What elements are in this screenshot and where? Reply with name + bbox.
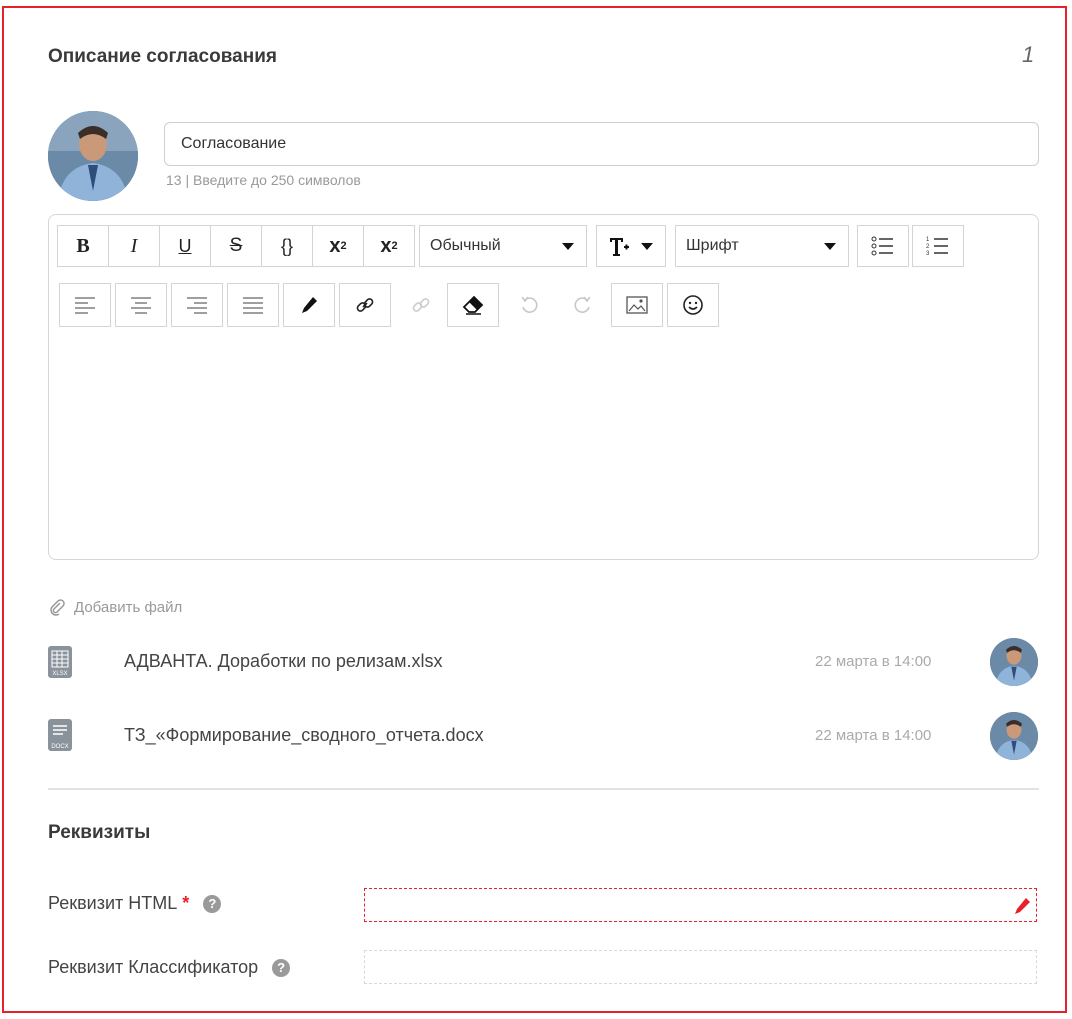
file-link[interactable]: АДВАНТА. Доработки по релизам.xlsx [124,651,443,672]
align-right-icon [187,297,207,314]
image-icon [626,296,648,314]
numbered-list-button[interactable]: 123 [912,225,964,267]
add-file-label: Добавить файл [74,598,183,616]
bold-button[interactable]: B [57,225,109,267]
align-justify-button[interactable] [227,283,279,327]
field-label-text: Реквизит HTML [48,893,178,913]
align-left-button[interactable] [59,283,111,327]
format-dropdown-value: Обычный [430,237,501,254]
svg-text:3: 3 [926,251,930,257]
field-label-text: Реквизит Классификатор [48,957,259,977]
insert-image-button[interactable] [611,283,663,327]
text-color-button[interactable] [283,283,335,327]
link-icon [356,298,374,312]
xlsx-file-icon: XLSX [48,646,72,678]
chevron-down-icon [641,242,653,250]
bold-label: B [76,234,90,257]
avatar [48,111,138,201]
step-number: 1 [1022,42,1035,67]
smile-icon [683,295,703,315]
field-label: Реквизит HTML * ? [48,893,222,914]
field-label: Реквизит Классификатор ? [48,957,291,978]
docx-file-icon: DOCX [48,719,72,751]
strike-label: S [229,235,243,256]
sub-label: x [380,234,392,257]
text-size-icon [610,238,629,256]
section-title: Реквизиты [48,822,151,843]
numbered-list-icon: 123 [926,237,948,257]
text-size-dropdown[interactable] [596,225,666,267]
font-dropdown[interactable]: Шрифт [675,225,849,267]
font-dropdown-value: Шрифт [686,237,739,254]
underline-button[interactable]: U [159,225,211,267]
italic-button[interactable]: I [108,225,160,267]
format-dropdown[interactable]: Обычный [419,225,587,267]
avatar [990,712,1038,760]
sup-mark: 2 [340,240,347,252]
chevron-down-icon [562,242,574,250]
approval-name-input[interactable] [164,122,1039,166]
eraser-icon [462,295,484,315]
pen-icon [302,297,317,313]
char-counter: 13 | Введите до 250 символов [166,172,361,188]
pencil-icon [1015,898,1030,914]
redo-button[interactable] [557,283,609,327]
add-file-link[interactable]: Добавить файл [48,598,182,616]
file-date: 22 марта в 14:00 [815,653,932,670]
underline-label: U [178,235,192,256]
rich-text-editor[interactable]: B I U S {} x2 x2 Обычный Шрифт 123 [48,214,1039,560]
file-date: 22 марта в 14:00 [815,727,932,744]
bullet-list-button[interactable] [857,225,909,267]
italic-label: I [130,234,138,257]
classifier-requisite-field[interactable] [364,950,1037,984]
help-icon[interactable]: ? [203,894,222,913]
code-button[interactable]: {} [261,225,313,267]
redo-icon [574,296,591,313]
help-icon[interactable]: ? [272,958,291,977]
svg-text:1: 1 [926,237,930,243]
strikethrough-button[interactable]: S [210,225,262,267]
bullet-list-icon [871,236,893,256]
sub-mark: 2 [391,240,398,252]
undo-button[interactable] [503,283,555,327]
paperclip-icon [50,599,65,616]
unlink-icon [412,298,430,312]
file-type-label: DOCX [51,744,68,750]
svg-text:2: 2 [926,244,930,250]
superscript-button[interactable]: x2 [312,225,364,267]
subscript-button[interactable]: x2 [363,225,415,267]
align-left-icon [75,297,95,314]
clear-format-button[interactable] [447,283,499,327]
avatar [990,638,1038,686]
code-label: {} [280,235,294,256]
align-right-button[interactable] [171,283,223,327]
required-mark: * [182,893,190,913]
align-center-button[interactable] [115,283,167,327]
section-divider [48,788,1039,790]
link-button[interactable] [339,283,391,327]
file-link[interactable]: ТЗ_«Формирование_сводного_отчета.docx [124,725,484,746]
sup-label: x [329,234,341,257]
emoji-button[interactable] [667,283,719,327]
html-requisite-field[interactable] [364,888,1037,922]
undo-icon [521,296,538,313]
align-justify-icon [243,297,263,314]
unlink-button[interactable] [395,283,447,327]
file-type-label: XLSX [52,671,67,677]
chevron-down-icon [824,242,836,250]
page-title: Описание согласования [48,46,277,67]
align-center-icon [131,297,151,314]
